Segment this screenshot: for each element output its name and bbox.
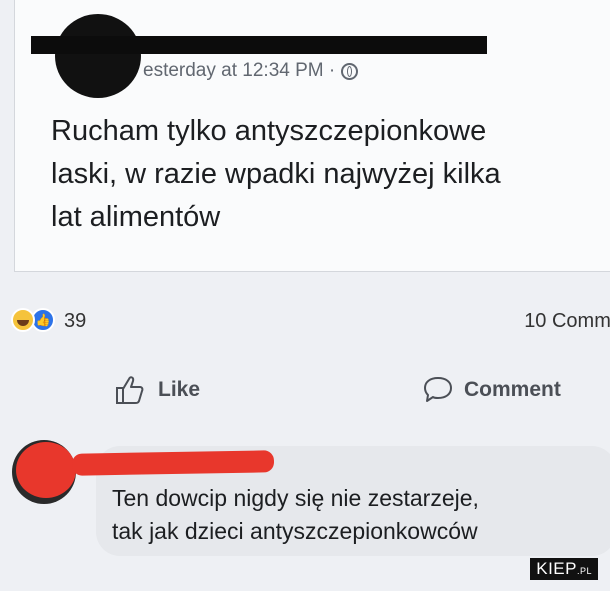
commenter-avatar-censored[interactable] [12, 440, 76, 504]
commenter-name-censor-bar [71, 450, 275, 476]
post-text: Rucham tylko antyszczepionkowe laski, w … [51, 115, 501, 233]
comment-button[interactable]: Comment [422, 374, 561, 406]
author-avatar-censored [55, 14, 141, 98]
thumbs-up-icon [116, 376, 144, 404]
post-actions: Like Comment [0, 360, 610, 424]
haha-icon[interactable] [11, 308, 35, 332]
comment-bubble-icon [424, 377, 452, 402]
like-label: Like [158, 378, 201, 401]
avatar-red-scribble [16, 442, 76, 498]
like-button[interactable]: Like [114, 374, 200, 406]
post-timestamp[interactable]: esterday at 12:34 PM · [143, 60, 335, 82]
comment-text: Ten dowcip nigdy się nie zestarzeje, tak… [112, 485, 479, 544]
reactions-row: 👍 39 10 Comme [0, 300, 610, 344]
post-meta: esterday at 12:34 PM · [143, 60, 359, 82]
globe-icon [341, 62, 359, 80]
comment-count[interactable]: 10 Comme [524, 310, 610, 333]
reaction-count[interactable]: 39 [64, 310, 86, 333]
comment-label: Comment [464, 378, 561, 401]
author-name-censor-bar [31, 36, 487, 54]
post-card: esterday at 12:34 PM · Rucham tylko anty… [14, 0, 610, 272]
site-watermark: KIEP.PL [530, 558, 598, 580]
